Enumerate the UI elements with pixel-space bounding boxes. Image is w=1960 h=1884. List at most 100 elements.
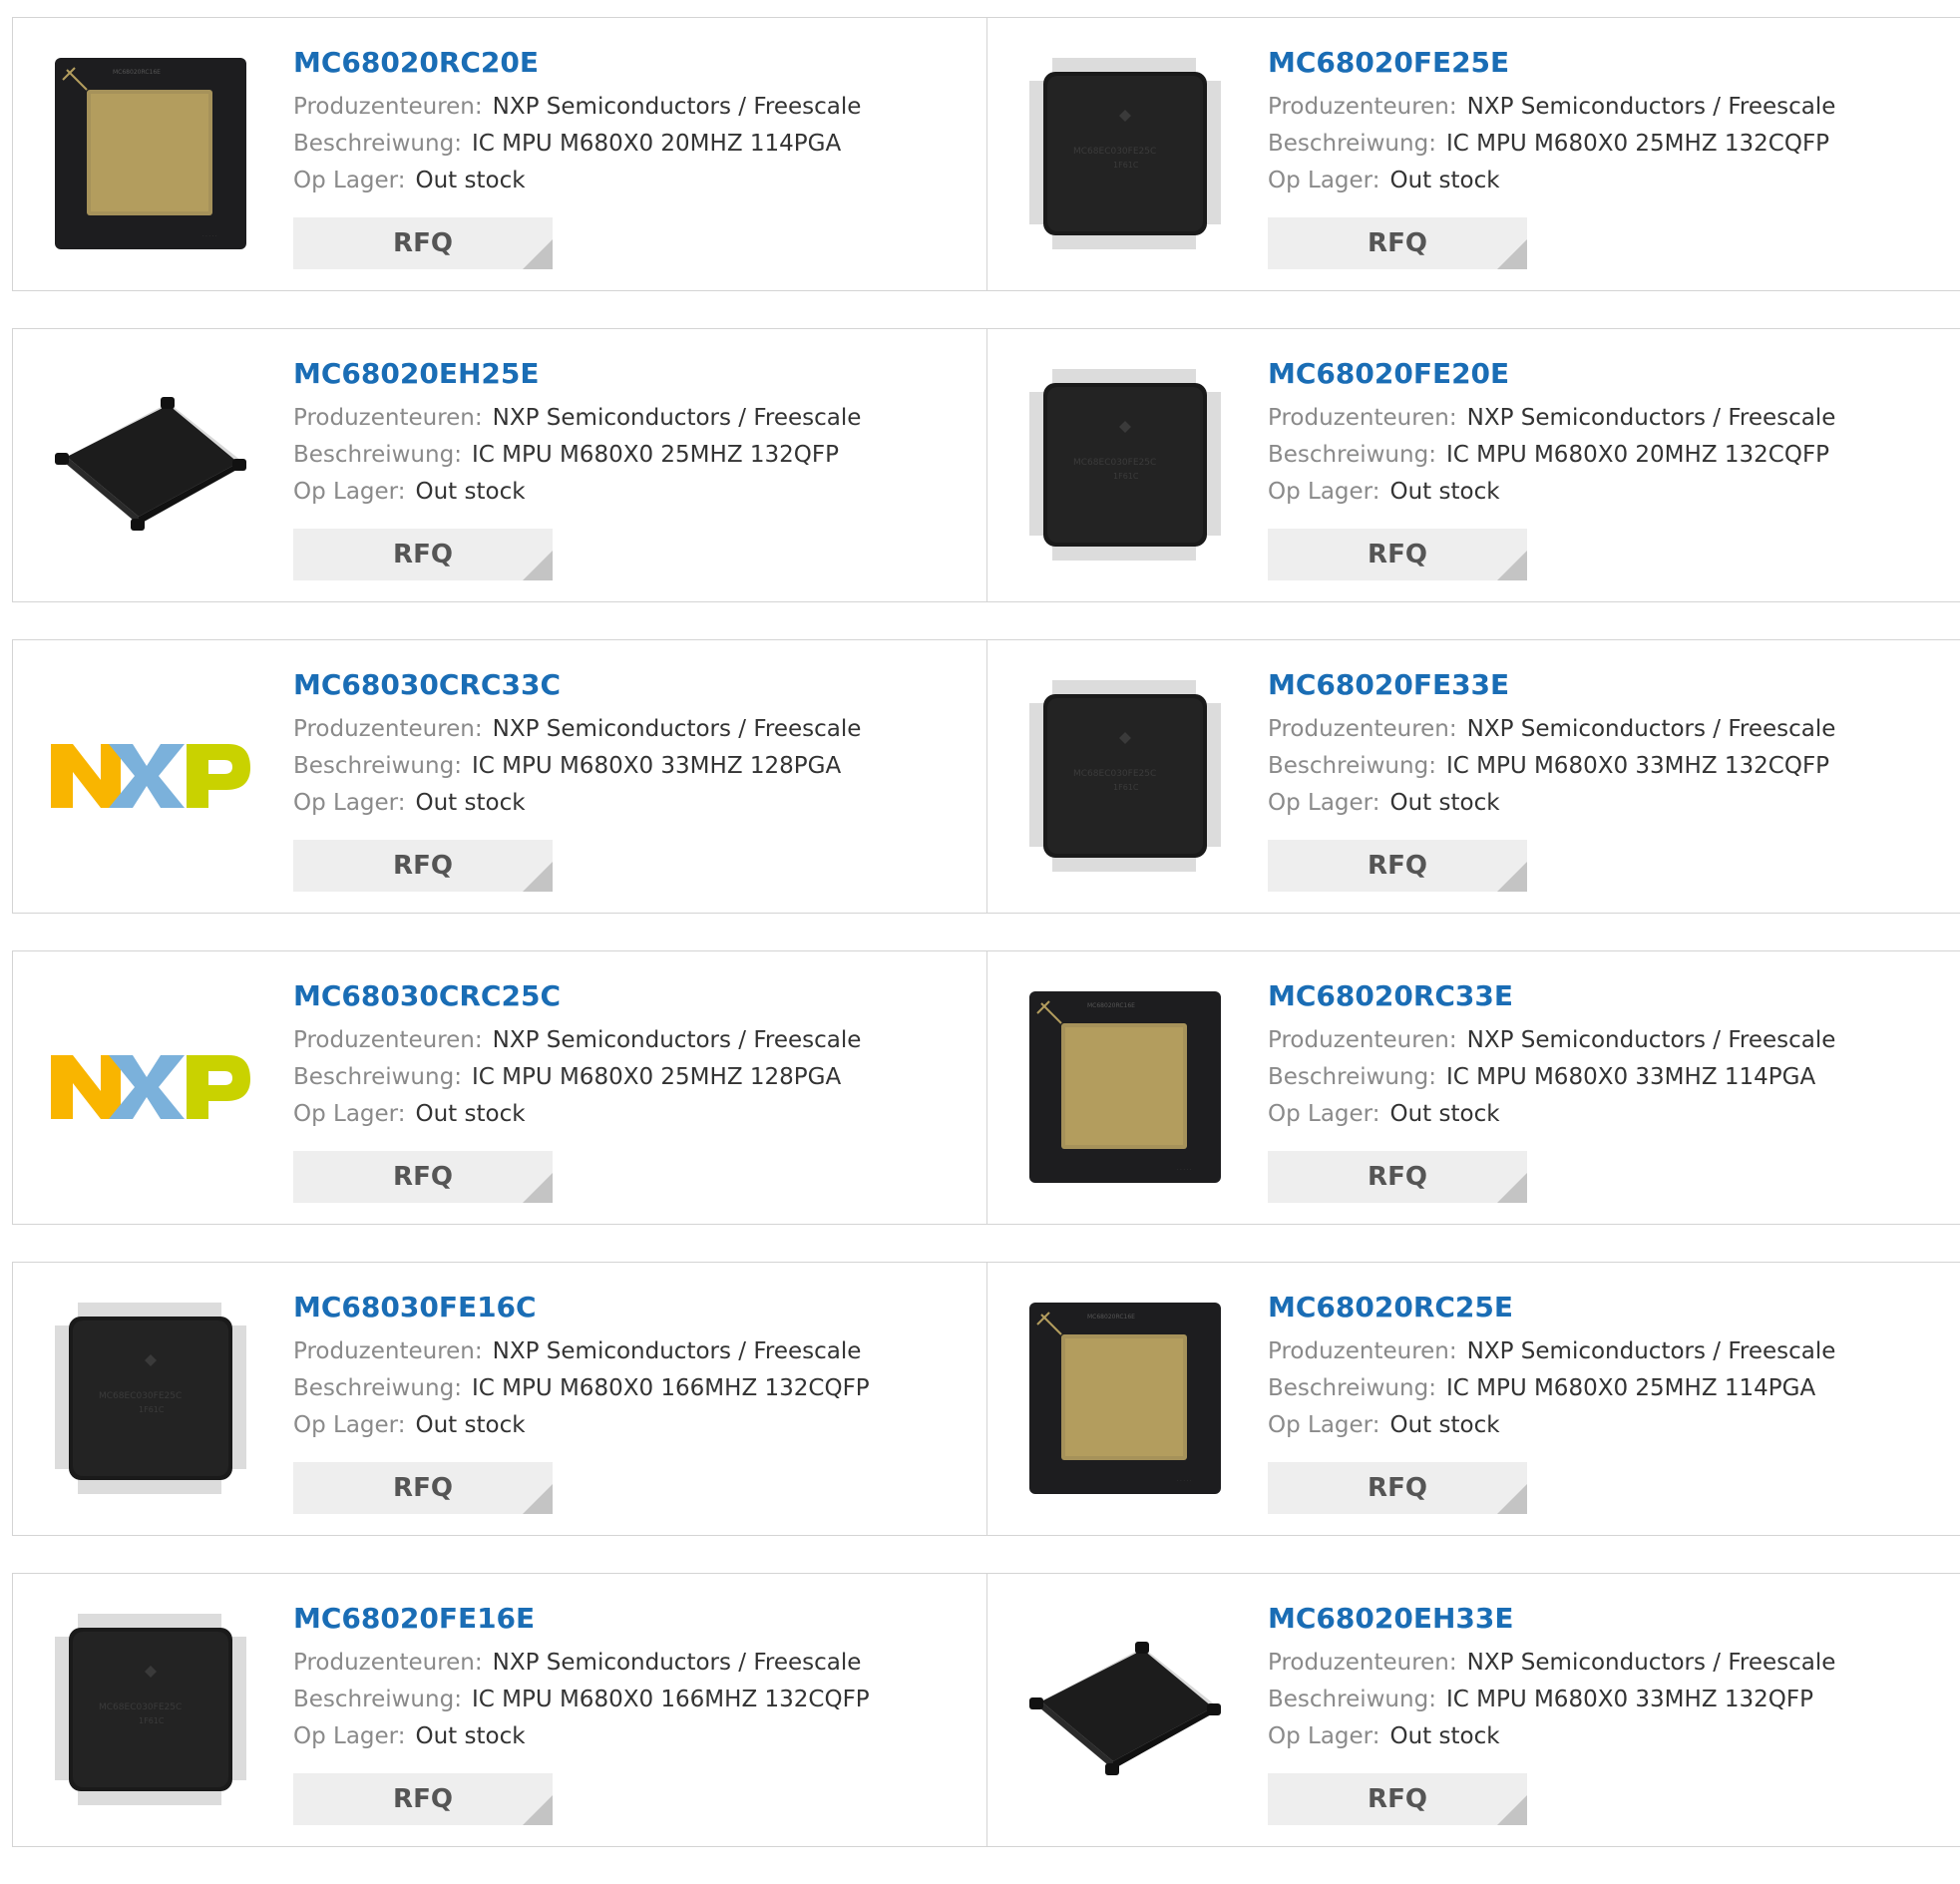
part-number-link[interactable]: MC68020EH33E [1268, 1602, 1951, 1636]
rfq-button[interactable]: RFQ [1268, 217, 1527, 269]
description-label: Beschreiwung: [293, 442, 462, 468]
product-grid: MC68020RC16E · · · · · MC68020RC20E Prod… [12, 17, 1960, 1884]
product-card: MC68EC030FE25C 1F61C MC68020FE20E Produz… [986, 328, 1960, 602]
stock-label: Op Lager: [293, 790, 406, 816]
pga-chip-icon[interactable]: MC68020RC16E · · · · · [1025, 1299, 1225, 1498]
cqfp-chip-icon[interactable]: MC68EC030FE25C 1F61C [1025, 54, 1225, 253]
description-value: IC MPU M680X0 166MHZ 132CQFP [471, 1687, 870, 1712]
manufacturer-label: Produzenteuren: [293, 94, 483, 120]
part-number-link[interactable]: MC68020RC20E [293, 46, 977, 80]
pga-chip-icon[interactable]: MC68020RC16E · · · · · [1025, 987, 1225, 1187]
part-number-link[interactable]: MC68030CRC33C [293, 668, 977, 702]
product-card: MC68020RC16E · · · · · MC68020RC33E Prod… [986, 950, 1960, 1225]
description-row: Beschreiwung: IC MPU M680X0 25MHZ 128PGA [293, 1059, 977, 1096]
rfq-button[interactable]: RFQ [293, 1151, 553, 1203]
description-value: IC MPU M680X0 33MHZ 132CQFP [1445, 753, 1830, 779]
rfq-label: RFQ [393, 1162, 453, 1192]
product-info: MC68030CRC25C Produzenteuren: NXP Semicon… [293, 979, 977, 1133]
rfq-button[interactable]: RFQ [1268, 1462, 1527, 1514]
nxp-logo[interactable] [51, 987, 250, 1187]
stock-label: Op Lager: [293, 1723, 406, 1749]
manufacturer-row: Produzenteuren: NXP Semiconductors / Free… [293, 711, 977, 748]
description-label: Beschreiwung: [1268, 131, 1436, 157]
pga-chip-icon[interactable]: MC68020RC16E · · · · · [51, 54, 250, 253]
description-row: Beschreiwung: IC MPU M680X0 33MHZ 128PGA [293, 748, 977, 785]
stock-value: Out stock [415, 1101, 526, 1127]
rfq-button[interactable]: RFQ [1268, 840, 1527, 892]
product-card: MC68EC030FE25C 1F61C MC68030FE16C Produz… [12, 1262, 987, 1536]
nxp-logo[interactable] [51, 676, 250, 876]
product-card: MC68EC030FE25C 1F61C MC68020FE25E Produz… [986, 17, 1960, 291]
rfq-button[interactable]: RFQ [293, 840, 553, 892]
stock-value: Out stock [1389, 1412, 1500, 1438]
manufacturer-row: Produzenteuren: NXP Semiconductors / Free… [1268, 1333, 1951, 1370]
rfq-button[interactable]: RFQ [1268, 529, 1527, 580]
product-card: MC68EC030FE25C 1F61C MC68020FE16E Produz… [12, 1573, 987, 1847]
cqfp-chip-icon[interactable]: MC68EC030FE25C 1F61C [1025, 676, 1225, 876]
rfq-button[interactable]: RFQ [293, 1462, 553, 1514]
part-number-link[interactable]: MC68020EH25E [293, 357, 977, 391]
description-value: IC MPU M680X0 25MHZ 132QFP [471, 442, 839, 468]
stock-row: Op Lager: Out stock [1268, 1718, 1951, 1755]
description-row: Beschreiwung: IC MPU M680X0 33MHZ 114PGA [1268, 1059, 1951, 1096]
part-number-link[interactable]: MC68030CRC25C [293, 979, 977, 1013]
rfq-corner-decoration [523, 1173, 553, 1203]
product-card: MC68EC030FE25C 1F61C MC68020FE33E Produz… [986, 639, 1960, 914]
product-card: MC68020RC16E · · · · · MC68020RC25E Prod… [986, 1262, 1960, 1536]
part-number-link[interactable]: MC68020FE33E [1268, 668, 1951, 702]
stock-value: Out stock [415, 790, 526, 816]
product-row: MC68EC030FE25C 1F61C MC68020FE16E Produz… [12, 1573, 1960, 1847]
stock-row: Op Lager: Out stock [1268, 474, 1951, 511]
product-info: MC68020FE20E Produzenteuren: NXP Semicond… [1268, 357, 1951, 511]
part-number-link[interactable]: MC68020FE16E [293, 1602, 977, 1636]
product-card: MC68030CRC33C Produzenteuren: NXP Semicon… [12, 639, 987, 914]
description-value: IC MPU M680X0 33MHZ 114PGA [1445, 1064, 1816, 1090]
stock-value: Out stock [1389, 479, 1500, 505]
cqfp-chip-icon[interactable]: MC68EC030FE25C 1F61C [51, 1299, 250, 1498]
product-card: MC68020EH33E Produzenteuren: NXP Semicond… [986, 1573, 1960, 1847]
stock-row: Op Lager: Out stock [293, 1096, 977, 1133]
part-number-link[interactable]: MC68020RC25E [1268, 1291, 1951, 1324]
stock-label: Op Lager: [1268, 790, 1380, 816]
part-number-link[interactable]: MC68020FE20E [1268, 357, 1951, 391]
description-value: IC MPU M680X0 20MHZ 132CQFP [1445, 442, 1830, 468]
product-row: MC68020EH25E Produzenteuren: NXP Semicond… [12, 328, 1960, 602]
stock-label: Op Lager: [1268, 1412, 1380, 1438]
svg-text:MC68020RC16E: MC68020RC16E [1087, 1002, 1135, 1009]
stock-row: Op Lager: Out stock [1268, 1096, 1951, 1133]
rfq-button[interactable]: RFQ [293, 1773, 553, 1825]
part-number-link[interactable]: MC68020RC33E [1268, 979, 1951, 1013]
qfp-chip-angled-icon[interactable] [51, 365, 250, 565]
manufacturer-value: NXP Semiconductors / Freescale [1466, 1027, 1836, 1053]
rfq-button[interactable]: RFQ [293, 529, 553, 580]
rfq-button[interactable]: RFQ [1268, 1151, 1527, 1203]
qfp-chip-angled-icon[interactable] [1025, 1610, 1225, 1809]
stock-row: Op Lager: Out stock [1268, 1407, 1951, 1444]
stock-value: Out stock [1389, 168, 1500, 193]
stock-value: Out stock [415, 1412, 526, 1438]
product-card: MC68030CRC25C Produzenteuren: NXP Semicon… [12, 950, 987, 1225]
rfq-label: RFQ [1368, 540, 1427, 569]
description-label: Beschreiwung: [293, 1687, 462, 1712]
rfq-corner-decoration [523, 862, 553, 892]
rfq-corner-decoration [1497, 551, 1527, 580]
manufacturer-row: Produzenteuren: NXP Semiconductors / Free… [293, 1333, 977, 1370]
part-number-link[interactable]: MC68020FE25E [1268, 46, 1951, 80]
product-row: MC68020RC16E · · · · · MC68020RC20E Prod… [12, 17, 1960, 291]
description-value: IC MPU M680X0 33MHZ 132QFP [1445, 1687, 1813, 1712]
rfq-button[interactable]: RFQ [1268, 1773, 1527, 1825]
cqfp-chip-icon[interactable]: MC68EC030FE25C 1F61C [51, 1610, 250, 1809]
stock-label: Op Lager: [1268, 479, 1380, 505]
svg-text:· · · · ·: · · · · · [202, 233, 217, 239]
stock-label: Op Lager: [293, 168, 406, 193]
cqfp-chip-icon[interactable]: MC68EC030FE25C 1F61C [1025, 365, 1225, 565]
manufacturer-label: Produzenteuren: [293, 1650, 483, 1676]
description-label: Beschreiwung: [293, 753, 462, 779]
rfq-button[interactable]: RFQ [293, 217, 553, 269]
part-number-link[interactable]: MC68030FE16C [293, 1291, 977, 1324]
description-row: Beschreiwung: IC MPU M680X0 20MHZ 114PGA [293, 126, 977, 163]
description-value: IC MPU M680X0 25MHZ 128PGA [471, 1064, 842, 1090]
rfq-corner-decoration [523, 1795, 553, 1825]
manufacturer-row: Produzenteuren: NXP Semiconductors / Free… [1268, 89, 1951, 126]
product-info: MC68030CRC33C Produzenteuren: NXP Semicon… [293, 668, 977, 822]
